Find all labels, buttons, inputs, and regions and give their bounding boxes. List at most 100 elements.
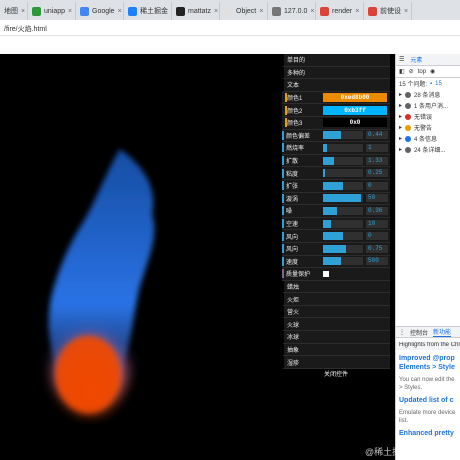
close-controls-button[interactable]: 关闭控件	[282, 368, 390, 381]
color-swatch[interactable]: 0xb3ff	[323, 105, 387, 115]
browser-tab[interactable]: 地图 ×	[0, 2, 28, 20]
whats-new-item-title[interactable]: Updated list of c	[399, 396, 458, 405]
preset-folder[interactable]: 营火	[282, 305, 390, 319]
color-swatch[interactable]: 0x0	[323, 118, 387, 128]
expand-arrow-icon[interactable]: ▸	[399, 102, 402, 109]
number-slider[interactable]	[323, 206, 363, 215]
number-input[interactable]: 0.25	[366, 169, 388, 178]
devtools-menu-icon[interactable]: ☰	[399, 56, 404, 63]
close-tab-icon[interactable]: ×	[118, 8, 122, 15]
tab-favicon-icon	[128, 6, 137, 16]
close-tab-icon[interactable]: ×	[68, 8, 72, 15]
number-input[interactable]: 1	[366, 143, 388, 152]
gui-folder[interactable]: 单目的	[282, 54, 390, 67]
browser-tab[interactable]: render ×	[316, 2, 364, 20]
color-control[interactable]: 颜色3 0x0	[282, 117, 390, 130]
eye-icon[interactable]: ◉	[430, 68, 435, 75]
expand-arrow-icon[interactable]: ▸	[399, 124, 402, 131]
whats-new-item-title[interactable]: Enhanced pretty	[399, 429, 458, 438]
browser-tab[interactable]: 稀土掘金×	[124, 2, 172, 20]
number-input[interactable]: 0	[366, 181, 388, 190]
color-label: 颜色1	[285, 93, 323, 103]
preset-folder[interactable]: 冰球	[282, 331, 390, 344]
number-input[interactable]: 0	[366, 232, 388, 241]
slider-fill	[323, 232, 343, 241]
tab-elements[interactable]: 元素	[410, 55, 422, 64]
browser-tab[interactable]: Object ×	[220, 2, 268, 20]
tab-label: 稀土掘金	[140, 8, 168, 15]
boolean-checkbox[interactable]	[323, 270, 329, 277]
message-filter-label: 4 条信息	[414, 137, 438, 143]
address-bar[interactable]: /fire/火焰.html	[0, 20, 460, 36]
whats-new-item-title-cont[interactable]: Elements > Style	[399, 363, 458, 372]
expand-arrow-icon[interactable]: ▸	[399, 135, 402, 142]
folder-label: 蜡烛	[287, 284, 300, 291]
number-label: 颜色偏差	[282, 130, 323, 140]
number-slider[interactable]	[323, 194, 363, 203]
folder-label: 单目的	[287, 58, 306, 65]
browser-tab[interactable]: 127.0.0 ×	[268, 2, 316, 20]
number-input[interactable]: 0.36	[366, 206, 388, 215]
whats-new-item-title[interactable]: Improved @prop	[399, 354, 458, 363]
number-input[interactable]: 1.33	[366, 156, 388, 165]
message-filter-label: 24 条详细...	[414, 148, 446, 154]
color-swatch[interactable]: 0xed8b00	[323, 93, 387, 103]
number-slider[interactable]	[323, 232, 363, 241]
tab-label: Google	[92, 7, 115, 15]
preset-folder[interactable]: 火炬	[282, 293, 390, 306]
browser-tab[interactable]: mattatz ×	[172, 2, 220, 20]
number-slider[interactable]	[323, 257, 363, 266]
preset-folder[interactable]: 抽象	[282, 343, 390, 357]
number-input[interactable]: 0.75	[366, 244, 388, 253]
tab-console[interactable]: 控制台	[410, 328, 428, 337]
browser-tab-strip: 地图×uniapp×Google×稀土掘金×mattatz×Object×127…	[0, 0, 460, 20]
expand-arrow-icon[interactable]: ▸	[399, 91, 402, 98]
folder-label: 湿疹	[287, 360, 300, 367]
number-input[interactable]: 0.44	[366, 131, 388, 140]
close-tab-icon[interactable]: ×	[310, 8, 314, 15]
number-slider[interactable]	[323, 244, 363, 253]
tab-whats-new[interactable]: 新功能	[433, 327, 452, 337]
preset-folder[interactable]: 蜡烛	[282, 280, 390, 294]
number-slider[interactable]	[323, 131, 363, 140]
color-control[interactable]: 颜色1 0xed8b00	[282, 92, 390, 105]
number-input[interactable]: 50	[366, 194, 388, 203]
message-type-icon	[405, 102, 412, 109]
issues-line[interactable]: 15 个问题: ▪ 15	[396, 78, 460, 89]
message-filter-item[interactable]: ▸ 24 条详细...	[396, 144, 460, 155]
preset-folder[interactable]: 火球	[282, 318, 390, 332]
number-slider[interactable]	[323, 219, 363, 228]
number-slider[interactable]	[323, 156, 363, 165]
gui-folder[interactable]: 文本	[282, 79, 390, 92]
number-input[interactable]: 10	[366, 219, 388, 228]
context-select[interactable]: top	[418, 69, 426, 75]
message-filter-item[interactable]: ▸ 无错误	[396, 111, 460, 122]
browser-tab[interactable]: uniapp ×	[28, 2, 76, 20]
close-tab-icon[interactable]: ×	[259, 8, 263, 15]
sidebar-toggle-icon[interactable]: ◧	[399, 68, 405, 75]
number-slider[interactable]	[323, 169, 363, 178]
browser-tab[interactable]: 前使设 ×	[364, 2, 412, 20]
expand-arrow-icon[interactable]: ▸	[399, 146, 402, 153]
message-filter-item[interactable]: ▸ 1 条用户消...	[396, 100, 460, 111]
issues-label: 15 个问题:	[399, 82, 428, 88]
fire-canvas[interactable]: 单目的 多种的 文本 颜色1 0xed8b00 颜色2 0xb3ff 颜色3 0x0 颜色偏差 0.…	[0, 54, 395, 460]
browser-tab[interactable]: Google ×	[76, 2, 124, 20]
close-tab-icon[interactable]: ×	[355, 8, 359, 15]
gui-folder[interactable]: 多种的	[282, 66, 390, 80]
close-tab-icon[interactable]: ×	[404, 8, 408, 15]
preset-folder[interactable]: 湿疹	[282, 356, 390, 369]
close-tab-icon[interactable]: ×	[21, 8, 25, 15]
number-slider[interactable]	[323, 181, 363, 190]
expand-arrow-icon[interactable]: ▸	[399, 113, 402, 120]
message-filter-list: ▸ 28 条消息 ▸ 1 条用户消... ▸ 无错误 ▸ 无警告 ▸ 4 条信息 ▸ 24 条详细..…	[396, 89, 460, 155]
message-filter-item[interactable]: ▸ 4 条信息	[396, 133, 460, 144]
message-filter-item[interactable]: ▸ 28 条消息	[396, 89, 460, 100]
color-control[interactable]: 颜色2 0xb3ff	[282, 104, 390, 117]
number-input[interactable]: 500	[366, 257, 388, 266]
number-slider[interactable]	[323, 143, 363, 152]
drawer-menu-icon[interactable]: ⋮	[399, 329, 405, 336]
close-tab-icon[interactable]: ×	[214, 8, 218, 15]
clear-console-icon[interactable]: ⊘	[409, 68, 414, 75]
message-filter-item[interactable]: ▸ 无警告	[396, 122, 460, 133]
